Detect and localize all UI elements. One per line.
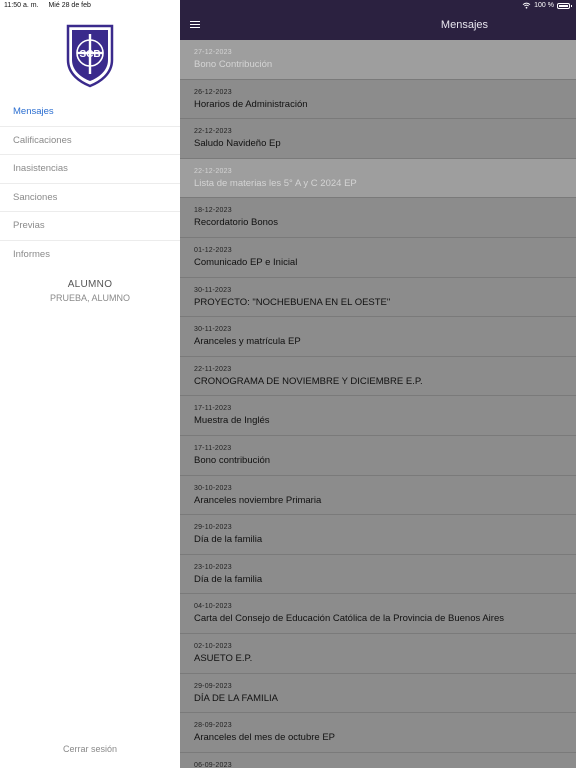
- wifi-icon: [522, 2, 531, 9]
- message-date: 22-12-2023: [194, 167, 232, 175]
- message-date: 29-09-2023: [194, 682, 232, 690]
- message-title: Saludo Navideño Ep: [194, 138, 281, 150]
- message-title: Horarios de Administración: [194, 98, 308, 110]
- message-date: 29-10-2023: [194, 524, 232, 532]
- message-date: 30-10-2023: [194, 484, 232, 492]
- student-role: ALUMNO: [67, 279, 113, 290]
- sidebar-item-calificaciones[interactable]: Calificaciones: [0, 127, 180, 155]
- message-date: 28-09-2023: [194, 722, 232, 730]
- message-date: 04-10-2023: [194, 603, 232, 611]
- sidebar: 11:50 a. m. Mié 28 de feb SCB Mensajes C…: [0, 0, 180, 768]
- sidebar-item-mensajes[interactable]: Mensajes: [0, 98, 180, 127]
- message-title: Lista de materias les 5° A y C 2024 EP: [194, 177, 357, 189]
- messages-list: 27-12-2023 Bono Contribución 26-12-2023 Hor…: [180, 40, 576, 768]
- sidebar-menu: Mensajes Calificaciones Inasistencias Sa…: [0, 98, 180, 269]
- message-title: CRONOGRAMA DE NOVIEMBRE Y DICIEMBRE E.P.: [194, 375, 423, 387]
- message-row[interactable]: 17-11-2023 Bono contribución: [180, 435, 576, 476]
- message-date: 18-12-2023: [194, 207, 232, 215]
- status-bar-left: 11:50 a. m. Mié 28 de feb: [4, 2, 91, 9]
- message-row[interactable]: 30-11-2023 PROYECTO: "NOCHEBUENA EN EL OE…: [180, 277, 576, 318]
- logout-button[interactable]: Cerrar sesión: [0, 744, 180, 754]
- message-date: 17-11-2023: [194, 405, 232, 413]
- message-date: 30-11-2023: [194, 286, 232, 294]
- message-title: Comunicado EP e Inicial: [194, 256, 298, 268]
- message-row[interactable]: 17-11-2023 Muestra de Inglés: [180, 396, 576, 436]
- message-date: 26-12-2023: [194, 88, 232, 96]
- sidebar-item-previas[interactable]: Previas: [0, 212, 180, 241]
- message-date: 22-11-2023: [194, 365, 232, 373]
- message-row[interactable]: 27-12-2023 Bono Contribución: [180, 40, 576, 80]
- message-row[interactable]: 01-12-2023 Comunicado EP e Inicial: [180, 237, 576, 278]
- message-title: DÍA DE LA FAMILIA: [194, 692, 278, 704]
- message-row[interactable]: 30-10-2023 Aranceles noviembre Primaria: [180, 475, 576, 516]
- message-title: Día de la familia: [194, 573, 263, 585]
- message-title: Bono contribución: [194, 454, 271, 466]
- message-row[interactable]: 02-10-2023 ASUETO E.P.: [180, 633, 576, 674]
- logo-lettering: SCB: [79, 49, 100, 60]
- message-row[interactable]: 23-10-2023 Día de la familia: [180, 554, 576, 595]
- message-date: 06-09-2023: [194, 761, 232, 768]
- message-date: 01-12-2023: [194, 246, 232, 254]
- message-row[interactable]: 04-10-2023 Carta del Consejo de Educación…: [180, 594, 576, 634]
- message-title: Aranceles del mes de octubre EP: [194, 732, 335, 744]
- message-date: 23-10-2023: [194, 563, 232, 571]
- message-row[interactable]: 30-11-2023 Aranceles y matrícula EP: [180, 317, 576, 357]
- message-date: 27-12-2023: [194, 49, 232, 56]
- message-row[interactable]: 26-12-2023 Horarios de Administración: [180, 79, 576, 120]
- status-bar-right: 100 %: [522, 2, 572, 9]
- top-navigation-bar: Mensajes 100 %: [180, 0, 576, 40]
- message-title: Muestra de Inglés: [194, 415, 270, 427]
- main-content: Mensajes 100 % 27-12-2023 Bono Contribuci…: [180, 0, 576, 768]
- sidebar-item-inasistencias[interactable]: Inasistencias: [0, 155, 180, 184]
- message-date: 02-10-2023: [194, 642, 232, 650]
- message-date: 30-11-2023: [194, 326, 232, 334]
- message-row[interactable]: 22-12-2023 Saludo Navideño Ep: [180, 119, 576, 159]
- sidebar-item-sanciones[interactable]: Sanciones: [0, 184, 180, 212]
- school-logo: SCB: [66, 24, 114, 88]
- message-title: Carta del Consejo de Educación Católica …: [194, 613, 504, 625]
- message-row[interactable]: 22-11-2023 CRONOGRAMA DE NOVIEMBRE Y DICI…: [180, 356, 576, 397]
- message-row[interactable]: 29-09-2023 DÍA DE LA FAMILIA: [180, 673, 576, 714]
- message-row[interactable]: 28-09-2023 Aranceles del mes de octubre E…: [180, 713, 576, 753]
- student-name: PRUEBA, ALUMNO: [49, 293, 131, 303]
- message-row[interactable]: 06-09-2023: [180, 752, 576, 768]
- message-title: PROYECTO: "NOCHEBUENA EN EL OESTE": [194, 296, 391, 308]
- message-row[interactable]: 29-10-2023 Día de la familia: [180, 515, 576, 555]
- page-title: Mensajes: [440, 19, 488, 31]
- battery-icon: [557, 2, 572, 9]
- message-date: 17-11-2023: [194, 444, 232, 452]
- status-time: 11:50 a. m.: [4, 2, 39, 9]
- message-title: Recordatorio Bonos: [194, 217, 278, 229]
- status-date: Mié 28 de feb: [48, 2, 91, 9]
- message-row[interactable]: 18-12-2023 Recordatorio Bonos: [180, 198, 576, 238]
- student-info: ALUMNO PRUEBA, ALUMNO: [0, 279, 180, 303]
- message-date: 22-12-2023: [194, 128, 232, 136]
- message-title: ASUETO E.P.: [194, 652, 253, 664]
- message-title: Día de la familia: [194, 534, 263, 546]
- sidebar-item-informes[interactable]: Informes: [0, 241, 180, 270]
- message-title: Aranceles noviembre Primaria: [194, 494, 322, 506]
- message-title: Bono Contribución: [194, 59, 273, 70]
- battery-percent: 100 %: [534, 2, 554, 9]
- message-title: Aranceles y matrícula EP: [194, 336, 301, 348]
- message-row[interactable]: 22-12-2023 Lista de materias les 5° A y C…: [180, 158, 576, 199]
